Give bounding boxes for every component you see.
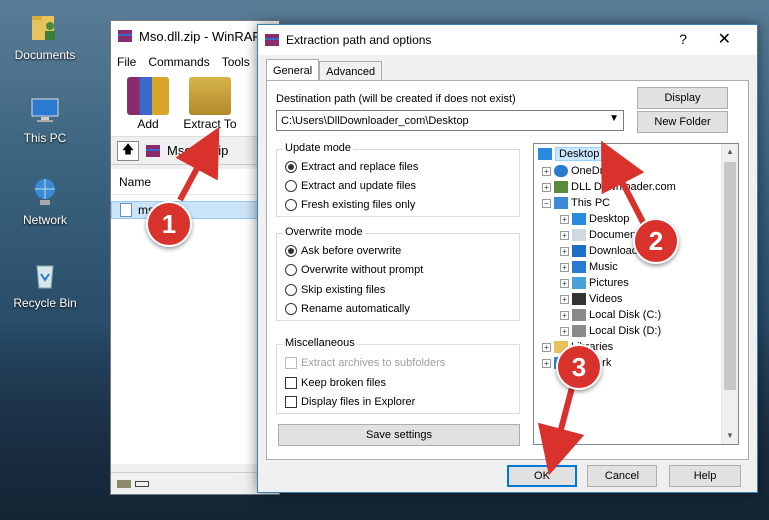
arrow-step-3	[537, 379, 585, 476]
arrow-step-1	[175, 126, 220, 202]
step-badge-1: 1	[146, 201, 192, 247]
step-badge-2: 2	[633, 218, 679, 264]
step-badge-3: 3	[556, 344, 602, 390]
